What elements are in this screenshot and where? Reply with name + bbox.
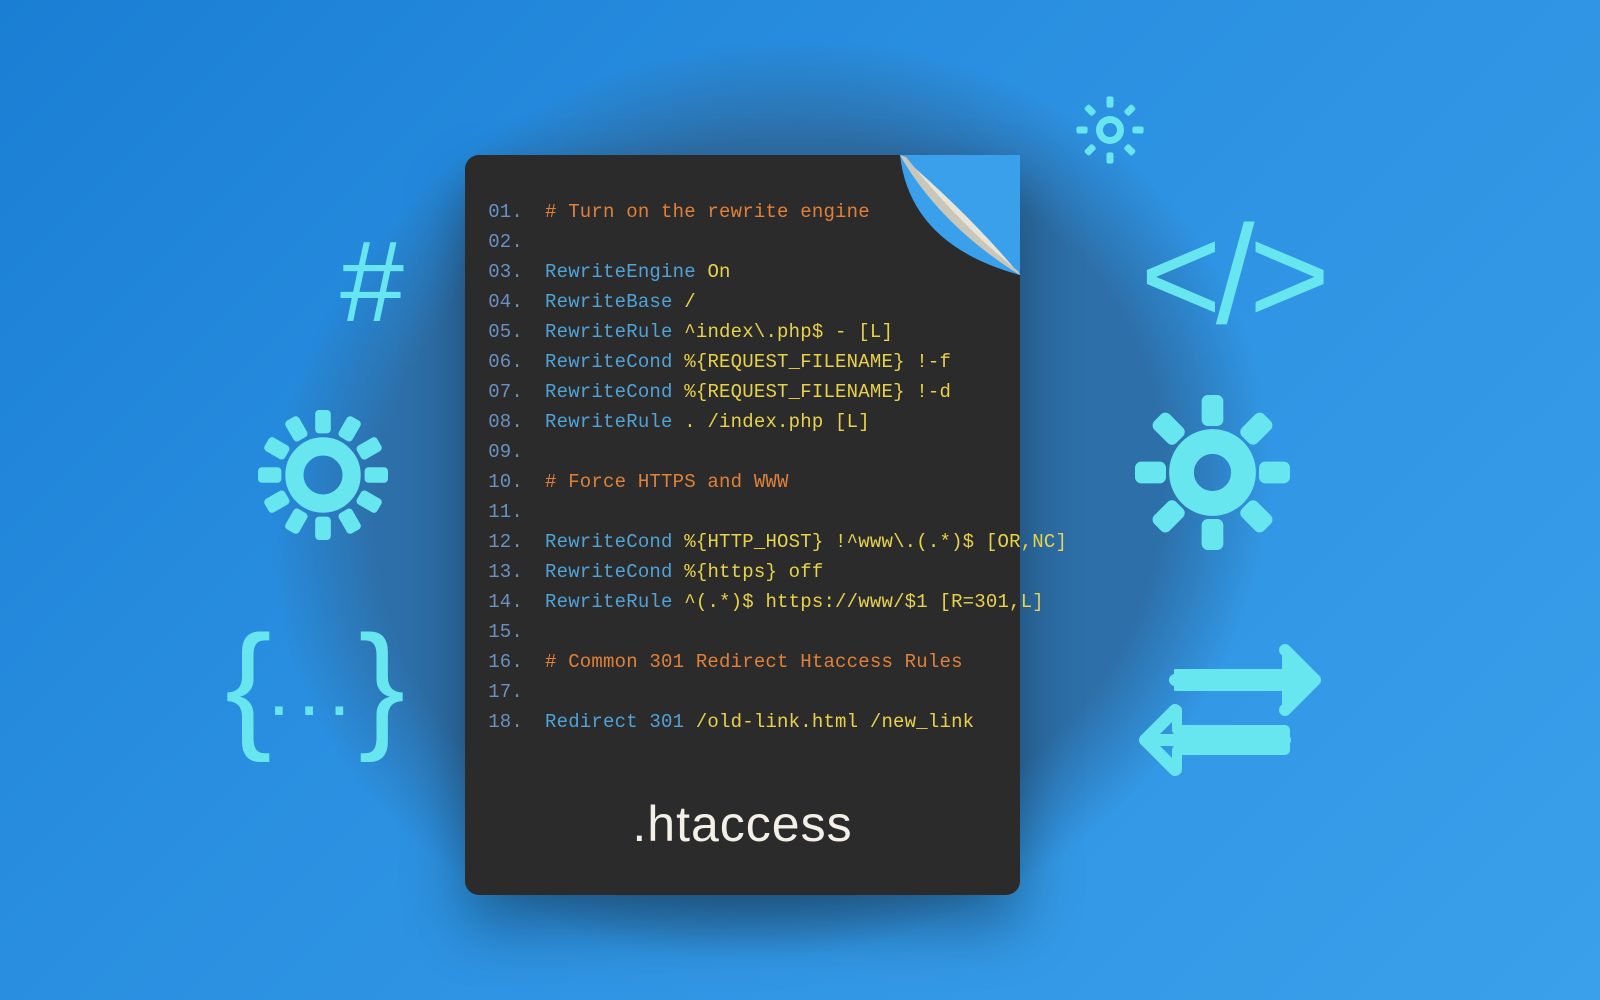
bidirectional-arrows-icon bbox=[1115, 625, 1345, 800]
line-number: 05. bbox=[483, 317, 523, 347]
code-line: 14.RewriteRule ^(.*)$ https://www/$1 [R=… bbox=[483, 587, 1002, 617]
line-number: 10. bbox=[483, 467, 523, 497]
code-token: %{HTTP_HOST} !^www\.(.*)$ [OR,NC] bbox=[684, 531, 1067, 553]
line-number: 16. bbox=[483, 647, 523, 677]
code-line: 17. bbox=[483, 677, 1002, 707]
line-number: 14. bbox=[483, 587, 523, 617]
line-number: 06. bbox=[483, 347, 523, 377]
code-line: 11. bbox=[483, 497, 1002, 527]
code-block: 01. # Turn on the rewrite engine 02.03. Rew… bbox=[483, 197, 1002, 737]
line-number: 04. bbox=[483, 287, 523, 317]
code-line: 18. Redirect 301 /old-link.html /new_link bbox=[483, 707, 1002, 737]
code-token: # Turn on the rewrite engine bbox=[545, 201, 870, 223]
code-token: RewriteEngine bbox=[545, 261, 707, 283]
code-token: RewriteCond bbox=[545, 351, 684, 373]
code-token: RewriteCond bbox=[545, 531, 684, 553]
line-number: 12. bbox=[483, 527, 523, 557]
code-line: 05. RewriteRule ^index\.php$ - [L] bbox=[483, 317, 1002, 347]
code-token: # Common 301 Redirect Htaccess Rules bbox=[545, 651, 963, 673]
code-line: 08. RewriteRule . /index.php [L] bbox=[483, 407, 1002, 437]
code-token: RewriteRule bbox=[545, 591, 684, 613]
gear-icon bbox=[1135, 395, 1290, 555]
code-line: 03. RewriteEngine On bbox=[483, 257, 1002, 287]
code-line: 16. # Common 301 Redirect Htaccess Rules bbox=[483, 647, 1002, 677]
code-line: 02. bbox=[483, 227, 1002, 257]
line-number: 17. bbox=[483, 677, 523, 707]
code-token: %{REQUEST_FILENAME} !-f bbox=[684, 351, 951, 373]
line-number: 13. bbox=[483, 557, 523, 587]
code-line: 09. bbox=[483, 437, 1002, 467]
code-token: %{https} off bbox=[684, 561, 823, 583]
line-number: 08. bbox=[483, 407, 523, 437]
line-number: 03. bbox=[483, 257, 523, 287]
code-line: 13. RewriteCond %{https} off bbox=[483, 557, 1002, 587]
code-line: 15. bbox=[483, 617, 1002, 647]
code-token: ^index\.php$ - [L] bbox=[684, 321, 893, 343]
code-token: RewriteRule bbox=[545, 321, 684, 343]
line-number: 01. bbox=[483, 197, 523, 227]
code-token: # Force HTTPS and WWW bbox=[545, 471, 789, 493]
code-line: 01. # Turn on the rewrite engine bbox=[483, 197, 1002, 227]
hash-icon: # bbox=[340, 225, 404, 340]
code-token: Redirect 301 bbox=[545, 711, 696, 733]
code-token: RewriteRule bbox=[545, 411, 684, 433]
gear-icon bbox=[1075, 95, 1145, 170]
line-number: 02. bbox=[483, 227, 523, 257]
code-line: 12.RewriteCond %{HTTP_HOST} !^www\.(.*)$… bbox=[483, 527, 1002, 557]
code-token: On bbox=[707, 261, 730, 283]
file-label: .htaccess bbox=[465, 795, 1020, 853]
line-number: 09. bbox=[483, 437, 523, 467]
gear-icon bbox=[258, 410, 388, 545]
line-number: 18. bbox=[483, 707, 523, 737]
code-token: RewriteCond bbox=[545, 561, 684, 583]
code-token: %{REQUEST_FILENAME} !-d bbox=[684, 381, 951, 403]
code-line: 10. # Force HTTPS and WWW bbox=[483, 467, 1002, 497]
code-token: RewriteBase bbox=[545, 291, 684, 313]
htaccess-document: 01. # Turn on the rewrite engine 02.03. Rew… bbox=[465, 155, 1020, 895]
illustration-stage: # {...} </> 01.# Turn on the rewrite en bbox=[0, 0, 1600, 1000]
code-line: 07. RewriteCond %{REQUEST_FILENAME} !-d bbox=[483, 377, 1002, 407]
line-number: 07. bbox=[483, 377, 523, 407]
code-line: 06. RewriteCond %{REQUEST_FILENAME} !-f bbox=[483, 347, 1002, 377]
code-token: RewriteCond bbox=[545, 381, 684, 403]
code-line: 04. RewriteBase / bbox=[483, 287, 1002, 317]
braces-icon: {...} bbox=[225, 615, 401, 755]
code-token: ^(.*)$ https://www/$1 [R=301,L] bbox=[684, 591, 1044, 613]
code-token: /old-link.html /new_link bbox=[696, 711, 974, 733]
line-number: 11. bbox=[483, 497, 523, 527]
code-token: / bbox=[684, 291, 696, 313]
code-token: . /index.php [L] bbox=[684, 411, 870, 433]
code-tag-icon: </> bbox=[1140, 205, 1324, 345]
line-number: 15. bbox=[483, 617, 523, 647]
